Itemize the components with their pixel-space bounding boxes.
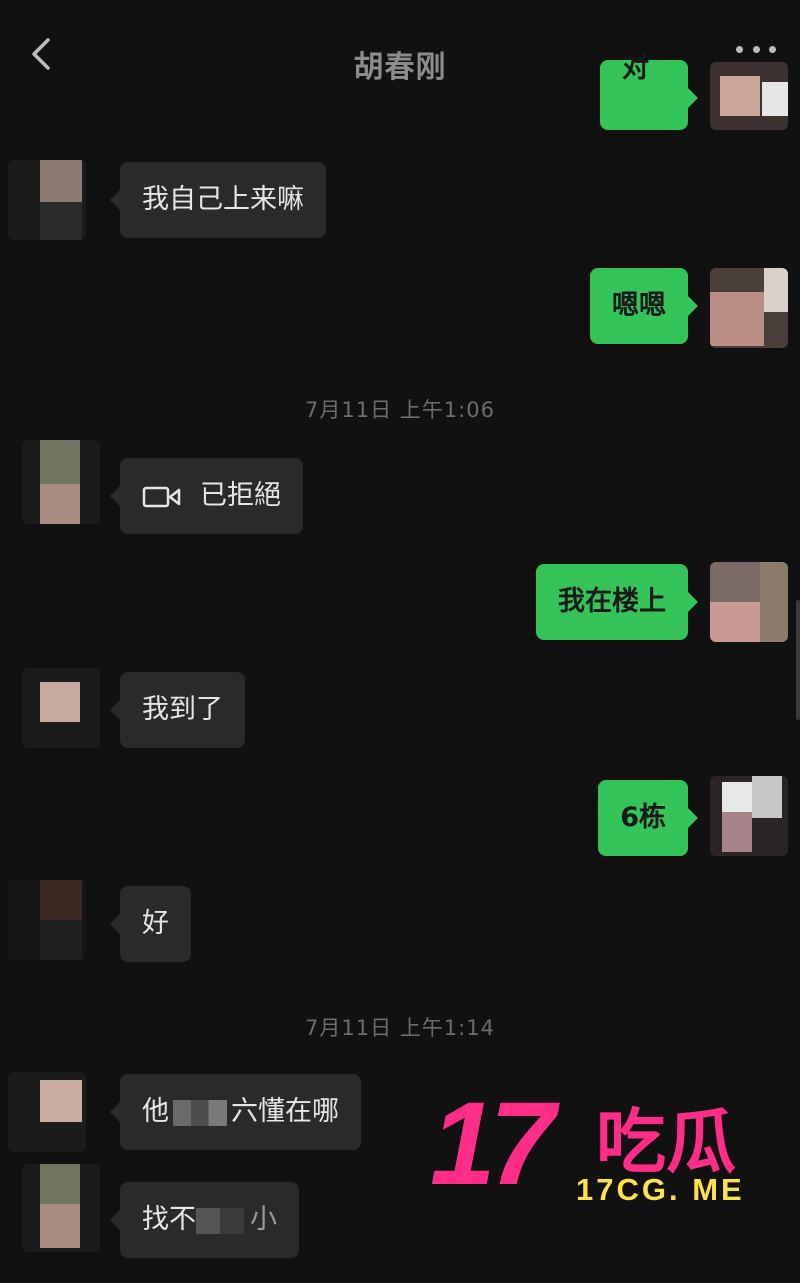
- self-avatar[interactable]: [710, 268, 788, 348]
- message-text-part: 他: [142, 1096, 169, 1127]
- contact-avatar[interactable]: [22, 668, 100, 748]
- contact-avatar[interactable]: [22, 440, 100, 524]
- watermark-logo: 17 吃瓜 17CG. ME: [430, 1078, 800, 1220]
- self-avatar[interactable]: [710, 562, 788, 642]
- self-avatar[interactable]: [710, 776, 788, 856]
- contact-avatar[interactable]: [8, 160, 86, 240]
- watermark-number: 17: [430, 1078, 555, 1210]
- message-text: 我到了: [142, 694, 223, 725]
- message-incoming[interactable]: 找不 小: [110, 1182, 299, 1258]
- message-text-part: 六懂在哪: [231, 1096, 339, 1127]
- message-outgoing[interactable]: 6栋: [598, 780, 698, 856]
- message-text: 对: [622, 53, 649, 84]
- scrollbar[interactable]: [796, 600, 800, 720]
- censor-mosaic: [196, 1207, 244, 1234]
- contact-avatar[interactable]: [8, 1072, 86, 1152]
- message-text: 我自己上来嘛: [142, 184, 304, 215]
- contact-avatar[interactable]: [8, 880, 86, 960]
- more-options-icon[interactable]: [736, 46, 776, 58]
- video-call-declined[interactable]: 已拒絕: [110, 458, 303, 534]
- message-text-part: 找不: [142, 1204, 196, 1235]
- message-text-part: 小: [250, 1204, 277, 1235]
- self-avatar[interactable]: [710, 62, 788, 130]
- message-outgoing[interactable]: 对: [600, 53, 698, 130]
- message-outgoing[interactable]: 嗯嗯: [590, 268, 698, 344]
- video-call-icon: [142, 486, 181, 507]
- timestamp: 7月11日 上午1:14: [305, 1016, 495, 1040]
- message-text: 我在楼上: [558, 586, 666, 617]
- message-text: 好: [142, 908, 169, 939]
- message-text: 嗯嗯: [612, 290, 666, 321]
- message-incoming[interactable]: 好: [110, 886, 191, 962]
- message-text: 已拒絕: [200, 480, 281, 511]
- message-outgoing[interactable]: 我在楼上: [536, 564, 698, 640]
- message-incoming[interactable]: 他 六懂在哪: [110, 1074, 361, 1150]
- message-incoming[interactable]: 我自己上来嘛: [110, 162, 326, 238]
- contact-avatar[interactable]: [22, 1164, 100, 1252]
- timestamp: 7月11日 上午1:06: [305, 398, 495, 422]
- message-incoming[interactable]: 我到了: [110, 672, 245, 748]
- watermark-url: 17CG. ME: [576, 1172, 745, 1207]
- message-text: 6栋: [620, 802, 666, 833]
- censor-mosaic: [173, 1099, 227, 1126]
